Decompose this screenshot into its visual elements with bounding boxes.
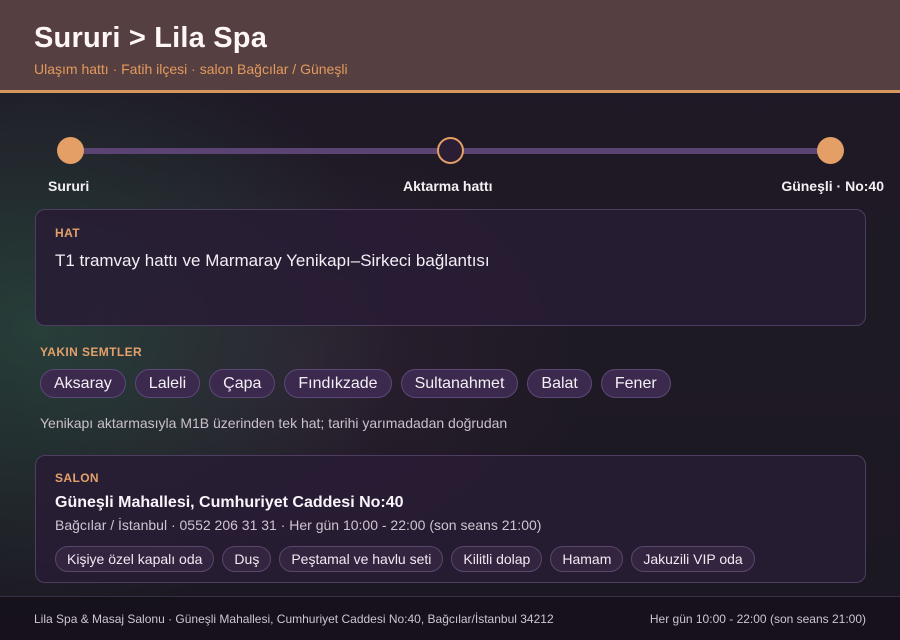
route-middle-dot [437, 137, 464, 164]
route-end-dot [817, 137, 844, 164]
nearby-chip[interactable]: Fındıkzade [284, 369, 392, 398]
amenity-tag: Jakuzili VIP oda [631, 546, 755, 572]
route-end-label: Güneşli · No:40 [781, 178, 884, 194]
amenity-tag: Duş [222, 546, 272, 572]
salon-meta: Bağcılar / İstanbul · 0552 206 31 31 · H… [55, 517, 542, 533]
footer-address: Lila Spa & Masaj Salonu · Güneşli Mahall… [34, 611, 554, 626]
salon-card: SALON Güneşli Mahallesi, Cumhuriyet Cadd… [35, 455, 866, 583]
page-header: Sururi > Lila Spa Ulaşım hattı · Fatih i… [0, 0, 900, 93]
route-start-label: Sururi [48, 178, 90, 194]
salon-kicker: SALON [55, 471, 99, 485]
nearby-chip[interactable]: Sultanahmet [400, 369, 519, 398]
salon-address: Güneşli Mahallesi, Cumhuriyet Caddesi No… [55, 494, 404, 511]
transit-line-text: T1 tramvay hattı ve Marmaray Yenikapı–Si… [55, 251, 490, 270]
page-title: Sururi > Lila Spa [34, 22, 268, 54]
nearby-chip[interactable]: Laleli [134, 369, 201, 398]
nearby-chip-list: Aksaray Laleli Çapa Fındıkzade Sultanahm… [40, 369, 671, 398]
amenity-tag: Kişiye özel kapalı oda [55, 546, 215, 572]
amenity-tag: Kilitli dolap [451, 546, 543, 572]
route-start-dot [57, 137, 84, 164]
nearby-chip[interactable]: Balat [527, 369, 592, 398]
transit-line-card: HAT T1 tramvay hattı ve Marmaray Yenikap… [35, 209, 866, 326]
nearby-note: Yenikapı aktarmasıyla M1B üzerinden tek … [40, 415, 508, 431]
footer-hours: Her gün 10:00 - 22:00 (son seans 21:00) [649, 611, 866, 626]
nearby-title: YAKIN SEMTLER [40, 345, 143, 359]
route-timeline: Sururi Aktarma hattı Güneşli · No:40 [0, 136, 900, 196]
amenity-list: Kişiye özel kapalı oda Duş Peştamal ve h… [55, 546, 846, 572]
nearby-chip[interactable]: Fener [600, 369, 671, 398]
nearby-chip[interactable]: Aksaray [40, 369, 126, 398]
transit-line-kicker: HAT [55, 226, 80, 240]
amenity-tag: Peştamal ve havlu seti [279, 546, 444, 572]
nearby-chip[interactable]: Çapa [209, 369, 276, 398]
page-footer: Lila Spa & Masaj Salonu · Güneşli Mahall… [0, 596, 900, 640]
amenity-tag: Hamam [550, 546, 624, 572]
route-middle-label: Aktarma hattı [403, 178, 493, 194]
page-subtitle: Ulaşım hattı · Fatih ilçesi · salon Bağc… [34, 61, 348, 77]
